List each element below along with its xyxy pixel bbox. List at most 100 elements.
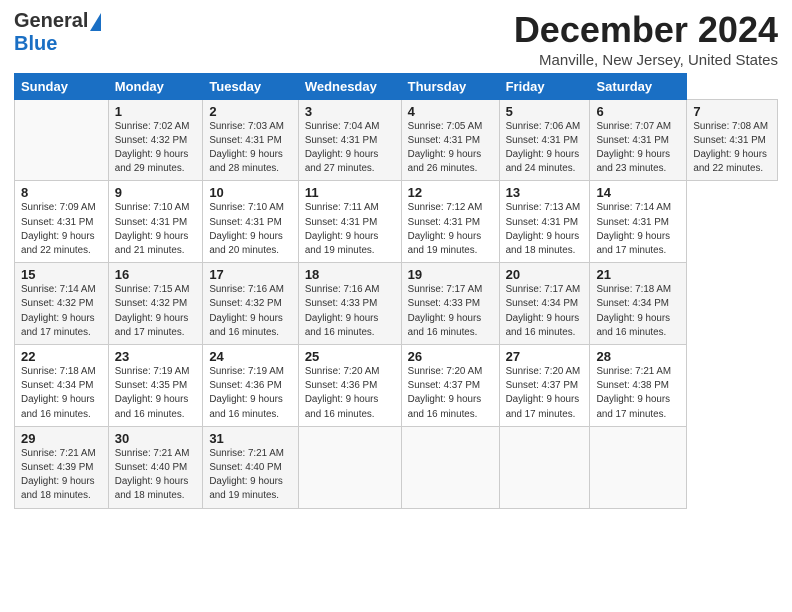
day-number: 22 (21, 349, 102, 364)
day-info: Sunrise: 7:04 AM Sunset: 4:31 PM Dayligh… (305, 120, 395, 177)
col-header-thursday: Thursday (401, 73, 499, 99)
day-info: Sunrise: 7:15 AM Sunset: 4:32 PM Dayligh… (115, 283, 197, 340)
day-number: 24 (209, 349, 292, 364)
day-number: 17 (209, 267, 292, 282)
day-info: Sunrise: 7:13 AM Sunset: 4:31 PM Dayligh… (506, 201, 584, 258)
day-cell: 8Sunrise: 7:09 AM Sunset: 4:31 PM Daylig… (15, 181, 109, 263)
day-info: Sunrise: 7:12 AM Sunset: 4:31 PM Dayligh… (408, 201, 493, 258)
day-cell: 21Sunrise: 7:18 AM Sunset: 4:34 PM Dayli… (590, 263, 687, 345)
location: Manville, New Jersey, United States (514, 52, 778, 69)
day-info: Sunrise: 7:09 AM Sunset: 4:31 PM Dayligh… (21, 201, 102, 258)
day-number: 12 (408, 185, 493, 200)
col-header-wednesday: Wednesday (298, 73, 401, 99)
day-number: 9 (115, 185, 197, 200)
day-number: 25 (305, 349, 395, 364)
day-info: Sunrise: 7:21 AM Sunset: 4:39 PM Dayligh… (21, 447, 102, 504)
logo-triangle-icon (90, 13, 101, 31)
col-header-friday: Friday (499, 73, 590, 99)
day-info: Sunrise: 7:16 AM Sunset: 4:32 PM Dayligh… (209, 283, 292, 340)
day-cell: 29Sunrise: 7:21 AM Sunset: 4:39 PM Dayli… (15, 426, 109, 508)
col-header-monday: Monday (108, 73, 203, 99)
week-row-2: 15Sunrise: 7:14 AM Sunset: 4:32 PM Dayli… (15, 263, 778, 345)
day-cell: 6Sunrise: 7:07 AM Sunset: 4:31 PM Daylig… (590, 99, 687, 181)
day-cell: 4Sunrise: 7:05 AM Sunset: 4:31 PM Daylig… (401, 99, 499, 181)
day-number: 6 (596, 104, 680, 119)
day-number: 2 (209, 104, 292, 119)
week-row-1: 8Sunrise: 7:09 AM Sunset: 4:31 PM Daylig… (15, 181, 778, 263)
day-cell: 17Sunrise: 7:16 AM Sunset: 4:32 PM Dayli… (203, 263, 299, 345)
day-info: Sunrise: 7:06 AM Sunset: 4:31 PM Dayligh… (506, 120, 584, 177)
day-number: 26 (408, 349, 493, 364)
col-header-tuesday: Tuesday (203, 73, 299, 99)
day-number: 13 (506, 185, 584, 200)
header-row: SundayMondayTuesdayWednesdayThursdayFrid… (15, 73, 778, 99)
day-number: 16 (115, 267, 197, 282)
day-cell: 30Sunrise: 7:21 AM Sunset: 4:40 PM Dayli… (108, 426, 203, 508)
day-cell: 24Sunrise: 7:19 AM Sunset: 4:36 PM Dayli… (203, 345, 299, 427)
day-info: Sunrise: 7:20 AM Sunset: 4:36 PM Dayligh… (305, 365, 395, 422)
col-header-saturday: Saturday (590, 73, 687, 99)
day-number: 18 (305, 267, 395, 282)
day-info: Sunrise: 7:18 AM Sunset: 4:34 PM Dayligh… (596, 283, 680, 340)
day-number: 30 (115, 431, 197, 446)
day-info: Sunrise: 7:19 AM Sunset: 4:36 PM Dayligh… (209, 365, 292, 422)
day-number: 29 (21, 431, 102, 446)
day-number: 14 (596, 185, 680, 200)
month-title: December 2024 (514, 10, 778, 50)
day-info: Sunrise: 7:21 AM Sunset: 4:38 PM Dayligh… (596, 365, 680, 422)
day-info: Sunrise: 7:07 AM Sunset: 4:31 PM Dayligh… (596, 120, 680, 177)
day-cell: 20Sunrise: 7:17 AM Sunset: 4:34 PM Dayli… (499, 263, 590, 345)
day-info: Sunrise: 7:21 AM Sunset: 4:40 PM Dayligh… (209, 447, 292, 504)
col-header-sunday: Sunday (15, 73, 109, 99)
day-cell: 16Sunrise: 7:15 AM Sunset: 4:32 PM Dayli… (108, 263, 203, 345)
day-number: 1 (115, 104, 197, 119)
day-info: Sunrise: 7:20 AM Sunset: 4:37 PM Dayligh… (506, 365, 584, 422)
day-info: Sunrise: 7:05 AM Sunset: 4:31 PM Dayligh… (408, 120, 493, 177)
day-cell: 1Sunrise: 7:02 AM Sunset: 4:32 PM Daylig… (108, 99, 203, 181)
day-cell: 7Sunrise: 7:08 AM Sunset: 4:31 PM Daylig… (687, 99, 778, 181)
day-cell: 14Sunrise: 7:14 AM Sunset: 4:31 PM Dayli… (590, 181, 687, 263)
week-row-3: 22Sunrise: 7:18 AM Sunset: 4:34 PM Dayli… (15, 345, 778, 427)
day-cell (15, 99, 109, 181)
page-container: General Blue December 2024 Manville, New… (0, 0, 792, 515)
day-info: Sunrise: 7:02 AM Sunset: 4:32 PM Dayligh… (115, 120, 197, 177)
day-number: 23 (115, 349, 197, 364)
day-number: 31 (209, 431, 292, 446)
day-info: Sunrise: 7:19 AM Sunset: 4:35 PM Dayligh… (115, 365, 197, 422)
day-cell: 2Sunrise: 7:03 AM Sunset: 4:31 PM Daylig… (203, 99, 299, 181)
day-number: 21 (596, 267, 680, 282)
day-info: Sunrise: 7:10 AM Sunset: 4:31 PM Dayligh… (209, 201, 292, 258)
week-row-0: 1Sunrise: 7:02 AM Sunset: 4:32 PM Daylig… (15, 99, 778, 181)
day-cell: 18Sunrise: 7:16 AM Sunset: 4:33 PM Dayli… (298, 263, 401, 345)
day-cell (298, 426, 401, 508)
day-cell: 15Sunrise: 7:14 AM Sunset: 4:32 PM Dayli… (15, 263, 109, 345)
day-number: 8 (21, 185, 102, 200)
day-cell: 10Sunrise: 7:10 AM Sunset: 4:31 PM Dayli… (203, 181, 299, 263)
day-info: Sunrise: 7:14 AM Sunset: 4:32 PM Dayligh… (21, 283, 102, 340)
day-cell: 13Sunrise: 7:13 AM Sunset: 4:31 PM Dayli… (499, 181, 590, 263)
day-info: Sunrise: 7:08 AM Sunset: 4:31 PM Dayligh… (693, 120, 771, 177)
logo-general: General (14, 10, 88, 33)
day-number: 3 (305, 104, 395, 119)
day-cell: 31Sunrise: 7:21 AM Sunset: 4:40 PM Dayli… (203, 426, 299, 508)
day-cell: 22Sunrise: 7:18 AM Sunset: 4:34 PM Dayli… (15, 345, 109, 427)
day-info: Sunrise: 7:21 AM Sunset: 4:40 PM Dayligh… (115, 447, 197, 504)
day-cell: 12Sunrise: 7:12 AM Sunset: 4:31 PM Dayli… (401, 181, 499, 263)
day-number: 27 (506, 349, 584, 364)
day-cell: 23Sunrise: 7:19 AM Sunset: 4:35 PM Dayli… (108, 345, 203, 427)
logo: General Blue (14, 10, 101, 56)
day-cell: 19Sunrise: 7:17 AM Sunset: 4:33 PM Dayli… (401, 263, 499, 345)
day-cell: 26Sunrise: 7:20 AM Sunset: 4:37 PM Dayli… (401, 345, 499, 427)
day-info: Sunrise: 7:16 AM Sunset: 4:33 PM Dayligh… (305, 283, 395, 340)
day-cell (401, 426, 499, 508)
day-cell (499, 426, 590, 508)
day-cell: 5Sunrise: 7:06 AM Sunset: 4:31 PM Daylig… (499, 99, 590, 181)
day-cell: 9Sunrise: 7:10 AM Sunset: 4:31 PM Daylig… (108, 181, 203, 263)
day-cell: 27Sunrise: 7:20 AM Sunset: 4:37 PM Dayli… (499, 345, 590, 427)
day-number: 5 (506, 104, 584, 119)
day-info: Sunrise: 7:11 AM Sunset: 4:31 PM Dayligh… (305, 201, 395, 258)
day-info: Sunrise: 7:18 AM Sunset: 4:34 PM Dayligh… (21, 365, 102, 422)
day-number: 11 (305, 185, 395, 200)
day-info: Sunrise: 7:20 AM Sunset: 4:37 PM Dayligh… (408, 365, 493, 422)
day-info: Sunrise: 7:17 AM Sunset: 4:34 PM Dayligh… (506, 283, 584, 340)
